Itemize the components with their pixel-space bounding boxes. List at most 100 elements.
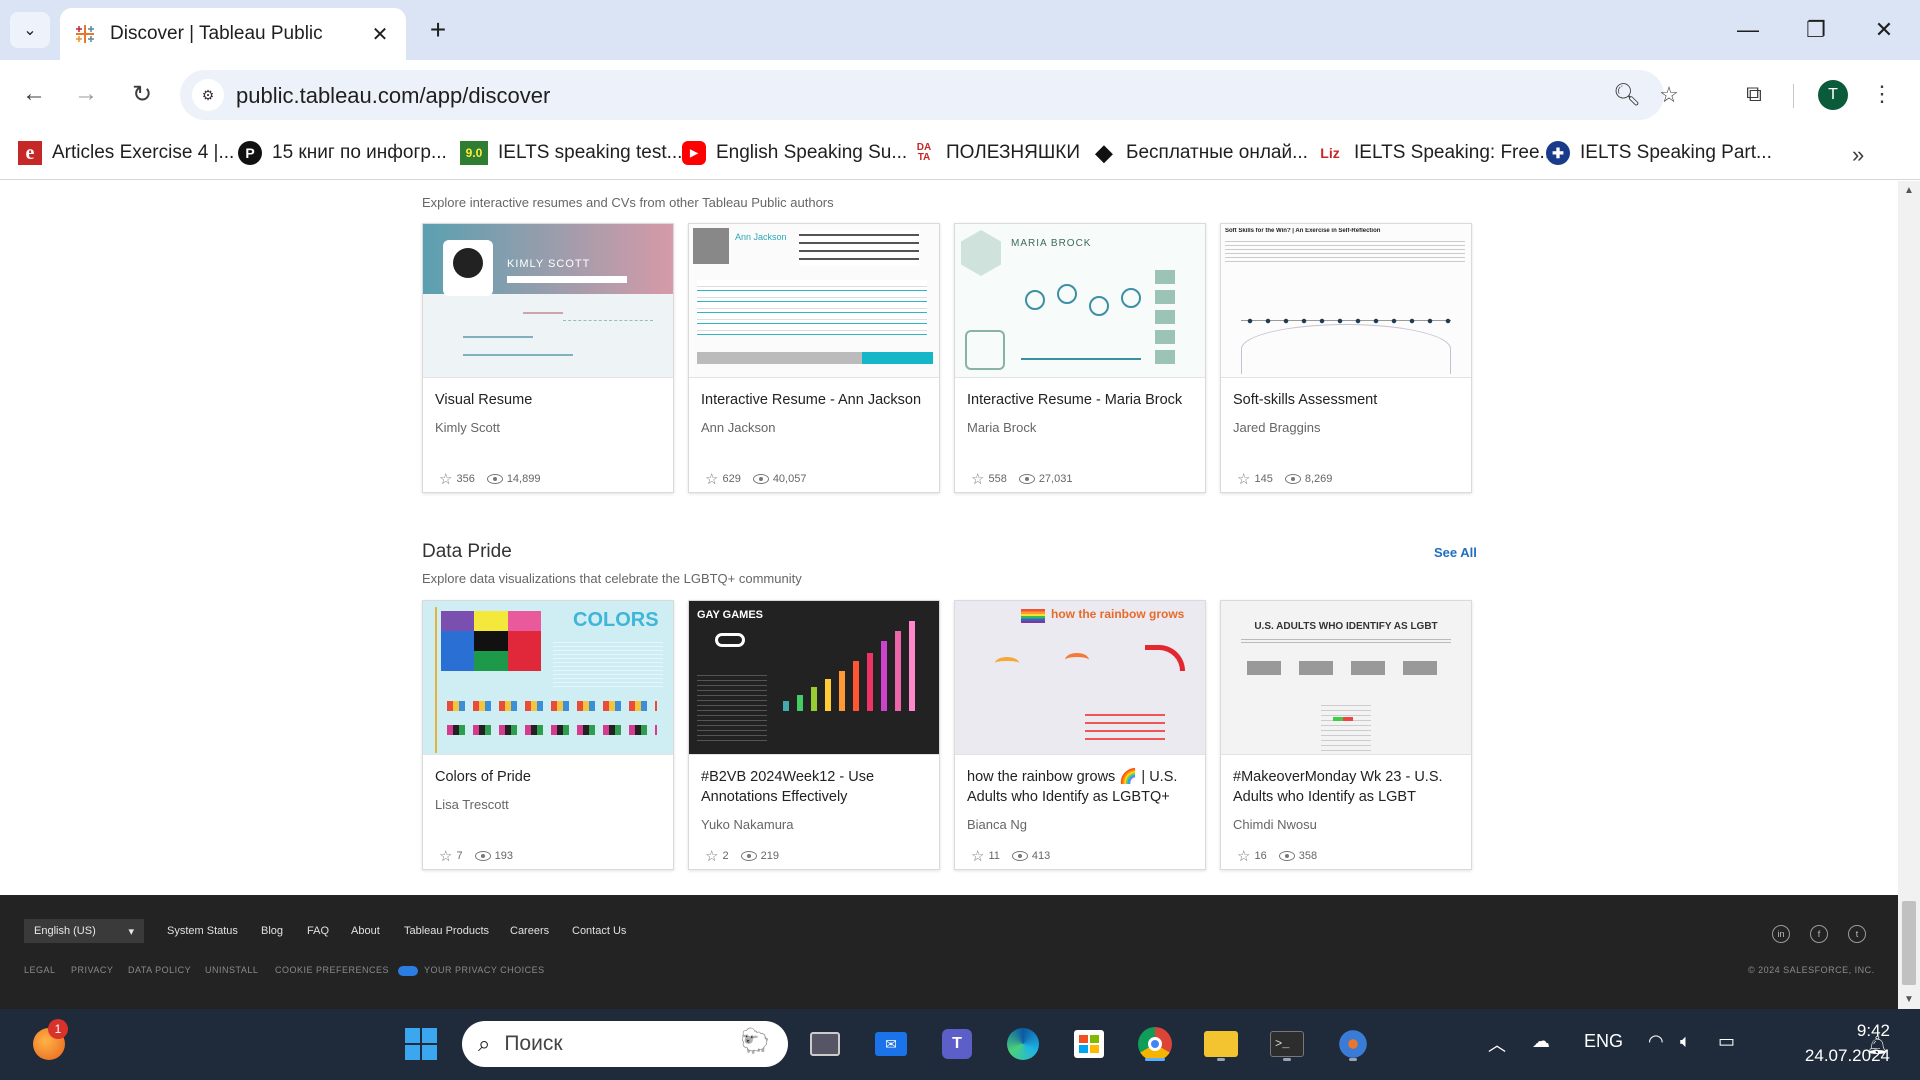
bookmark-item[interactable]: Liz IELTS Speaking: Free... [1316, 138, 1555, 168]
star-icon[interactable]: ☆ [439, 847, 452, 865]
viz-title[interactable]: Interactive Resume - Maria Brock [967, 390, 1195, 410]
tableau-app[interactable] [1332, 1023, 1374, 1065]
viz-author[interactable]: Lisa Trescott [435, 797, 509, 812]
star-icon[interactable]: ☆ [1237, 470, 1250, 488]
bookmark-item[interactable]: DA TA ПОЛЕЗНЯШКИ [912, 138, 1080, 168]
scroll-down-icon[interactable]: ▼ [1904, 994, 1914, 1005]
page-scrollbar[interactable]: ▲ ▼ [1898, 181, 1920, 1009]
viz-author[interactable]: Maria Brock [967, 420, 1036, 435]
footer-link-faq[interactable]: FAQ [307, 925, 329, 937]
footer-privacy-link[interactable]: PRIVACY [71, 965, 113, 975]
battery-icon[interactable]: ▭ [1718, 1031, 1735, 1052]
bookmark-item[interactable]: ✚ IELTS Speaking Part... [1546, 138, 1772, 168]
star-icon[interactable]: ☆ [705, 847, 718, 865]
footer-data-policy-link[interactable]: DATA POLICY [128, 965, 191, 975]
new-tab-button[interactable]: + [422, 14, 454, 46]
mail-app[interactable]: ✉ [870, 1023, 912, 1065]
zoom-icon[interactable]: 🔍︎ [1613, 82, 1641, 108]
viz-author[interactable]: Bianca Ng [967, 817, 1027, 832]
viz-title[interactable]: Interactive Resume - Ann Jackson [701, 390, 929, 410]
viz-author[interactable]: Ann Jackson [701, 420, 775, 435]
bookmark-item[interactable]: 9.0 IELTS speaking test... [460, 138, 682, 168]
language-select[interactable]: English (US) ▾ [24, 919, 144, 943]
bookmark-item[interactable]: ▶ English Speaking Su... [682, 138, 907, 168]
back-button[interactable]: ← [16, 76, 52, 112]
viz-author[interactable]: Yuko Nakamura [701, 817, 794, 832]
footer-link-tableau-products[interactable]: Tableau Products [404, 925, 489, 937]
close-window-button[interactable]: ✕ [1862, 12, 1906, 48]
volume-icon[interactable]: 🔈︎ [1680, 1031, 1691, 1052]
file-explorer-app[interactable] [1200, 1023, 1242, 1065]
teams-app[interactable]: T [936, 1023, 978, 1065]
bookmark-item[interactable]: P 15 книг по инфогр... [238, 138, 447, 168]
footer-link-contact-us[interactable]: Contact Us [572, 925, 626, 937]
bookmark-item[interactable]: ◆ Бесплатные онлай... [1092, 138, 1308, 168]
star-icon[interactable]: ☆ [971, 470, 984, 488]
viz-title[interactable]: Visual Resume [435, 390, 663, 410]
taskbar-search[interactable]: ⌕ Поиск 🐑 [462, 1021, 788, 1067]
bookmark-item[interactable]: e Articles Exercise 4 |... [18, 138, 234, 168]
viz-card[interactable]: Ann Jackson Interactive Resume - Ann Jac… [688, 223, 940, 493]
star-icon[interactable]: ☆ [439, 470, 452, 488]
reload-button[interactable]: ↻ [124, 76, 160, 112]
address-bar[interactable]: ⚙ public.tableau.com/app/discover 🔍︎ ☆ [180, 70, 1679, 120]
scrollbar-thumb[interactable] [1902, 901, 1916, 985]
viz-card[interactable]: how the rainbow grows how the rainbow gr… [954, 600, 1206, 870]
footer-link-about[interactable]: About [351, 925, 380, 937]
bookmark-star-icon[interactable]: ☆ [1656, 82, 1682, 108]
chevron-double-right-icon[interactable]: » [1852, 142, 1864, 168]
edge-app[interactable] [1002, 1023, 1044, 1065]
footer-privacy-choices-link[interactable]: YOUR PRIVACY CHOICES [398, 965, 545, 976]
restore-button[interactable]: ❐ [1794, 12, 1838, 48]
chrome-app[interactable] [1134, 1023, 1176, 1065]
url-text[interactable]: public.tableau.com/app/discover [236, 83, 550, 109]
footer-link-careers[interactable]: Careers [510, 925, 549, 937]
facebook-icon[interactable]: f [1810, 925, 1828, 943]
terminal-app[interactable]: >_ [1266, 1023, 1308, 1065]
extensions-icon[interactable]: ⧉ [1738, 78, 1770, 110]
more-menu-icon[interactable]: ⋮ [1871, 78, 1893, 110]
tab-discover[interactable]: Discover | Tableau Public ✕ [60, 8, 406, 60]
viz-title[interactable]: how the rainbow grows 🌈 | U.S. Adults wh… [967, 767, 1195, 807]
star-icon[interactable]: ☆ [1237, 847, 1250, 865]
close-tab-icon[interactable]: ✕ [368, 22, 392, 47]
scroll-up-icon[interactable]: ▲ [1904, 185, 1914, 196]
star-icon[interactable]: ☆ [971, 847, 984, 865]
viz-author[interactable]: Jared Braggins [1233, 420, 1320, 435]
start-button[interactable] [400, 1023, 442, 1065]
twitter-icon[interactable]: t [1848, 925, 1866, 943]
viz-card[interactable]: GAY GAMES #B2VB 2024Week12 - Use Annotat… [688, 600, 940, 870]
viz-card[interactable]: KIMLY SCOTT Visual Resume Kimly Scott ☆ … [422, 223, 674, 493]
footer-cookie-preferences-link[interactable]: COOKIE PREFERENCES [275, 965, 389, 975]
tab-search-button[interactable]: ⌄ [10, 12, 50, 48]
star-icon[interactable]: ☆ [705, 470, 718, 488]
viz-author[interactable]: Chimdi Nwosu [1233, 817, 1317, 832]
wifi-icon[interactable]: ◠ [1648, 1031, 1664, 1052]
viz-card[interactable]: U.S. ADULTS WHO IDENTIFY AS LGBT #Makeov… [1220, 600, 1472, 870]
input-language[interactable]: ENG [1584, 1031, 1623, 1052]
footer-legal-link[interactable]: LEGAL [24, 965, 56, 975]
viz-author[interactable]: Kimly Scott [435, 420, 500, 435]
notification-bell-icon[interactable]: 🔔︎ [1866, 1035, 1889, 1056]
footer-link-system-status[interactable]: System Status [167, 925, 238, 937]
site-info-icon[interactable]: ⚙ [192, 79, 224, 111]
chevron-up-icon[interactable]: ︿ [1488, 1031, 1506, 1057]
viz-title[interactable]: #B2VB 2024Week12 - Use Annotations Effec… [701, 767, 929, 807]
task-view-button[interactable] [804, 1023, 846, 1065]
linkedin-icon[interactable]: in [1772, 925, 1790, 943]
profile-avatar[interactable]: T [1818, 80, 1848, 110]
viz-card[interactable]: COLORS Colors of Pride Lisa Trescott ☆ 7… [422, 600, 674, 870]
viz-title[interactable]: Soft-skills Assessment [1233, 390, 1461, 410]
viz-card[interactable]: MARIA BROCK Interactive Resume - Maria B… [954, 223, 1206, 493]
footer-link-blog[interactable]: Blog [261, 925, 283, 937]
forward-button[interactable]: → [68, 76, 104, 112]
footer-uninstall-link[interactable]: UNINSTALL [205, 965, 258, 975]
viz-card[interactable]: Soft Skills for the Win? | An Exercise i… [1220, 223, 1472, 493]
viz-title[interactable]: #MakeoverMonday Wk 23 - U.S. Adults who … [1233, 767, 1461, 807]
see-all-link[interactable]: See All [1434, 545, 1477, 560]
widgets-button[interactable]: 1 [28, 1019, 70, 1065]
minimize-button[interactable]: — [1726, 12, 1770, 48]
viz-title[interactable]: Colors of Pride [435, 767, 663, 787]
onedrive-icon[interactable]: ☁ [1532, 1031, 1550, 1052]
store-app[interactable] [1068, 1023, 1110, 1065]
